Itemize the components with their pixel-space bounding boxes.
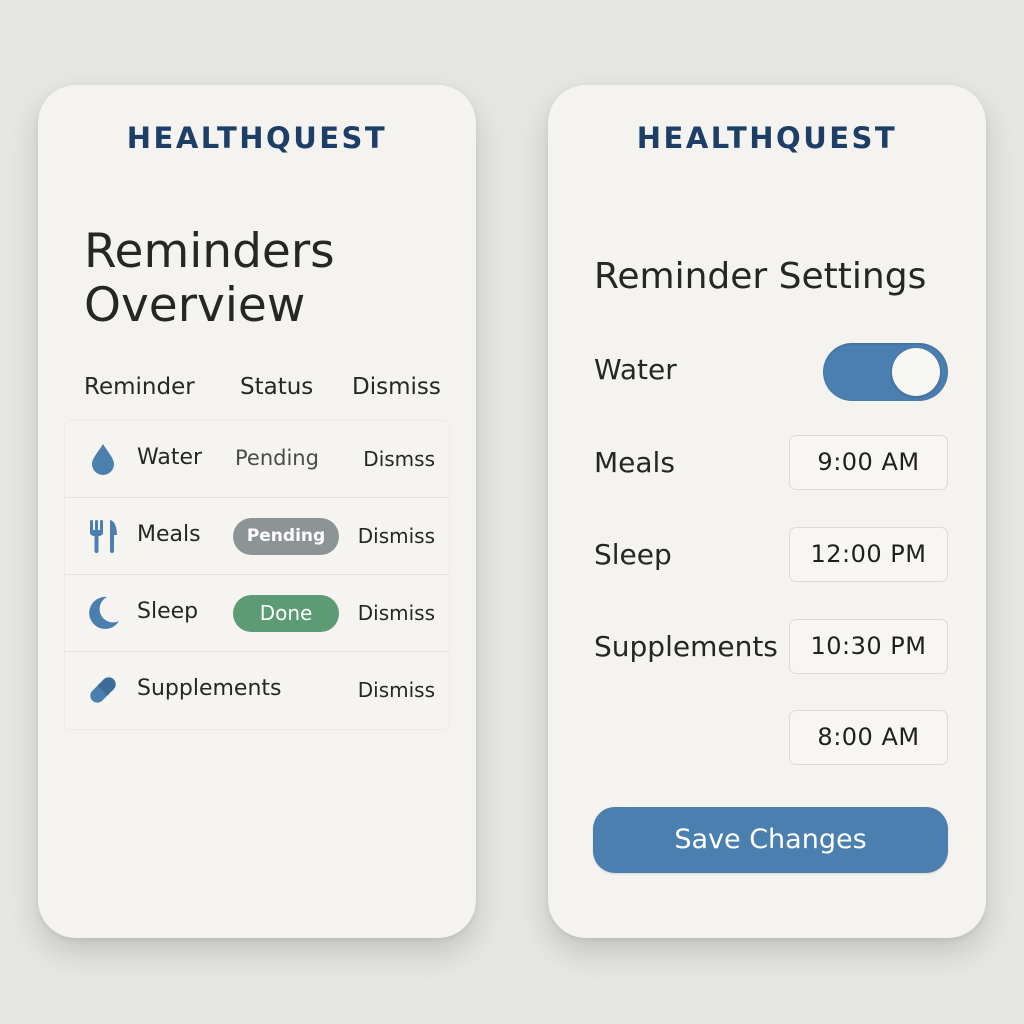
reminder-label: Meals <box>137 522 201 547</box>
time-field-supplements[interactable]: 10:30 PM <box>789 619 948 674</box>
save-changes-button[interactable]: Save Changes <box>593 807 948 873</box>
reminder-label: Supplements <box>137 676 282 701</box>
page-title: Reminders Overview <box>84 225 335 333</box>
dismiss-button[interactable]: Dismiss <box>358 524 435 548</box>
time-field-sleep[interactable]: 12:00 PM <box>789 527 948 582</box>
water-label: Water <box>594 353 677 386</box>
meals-label: Meals <box>594 446 675 479</box>
page-title-line1: Reminders <box>84 224 335 279</box>
dismiss-button[interactable]: Dismiss <box>358 678 435 702</box>
brand-logo: HEALTHQUEST <box>636 121 898 155</box>
sleep-label: Sleep <box>594 538 672 571</box>
status-text: Pending <box>235 446 319 470</box>
fork-knife-icon <box>85 518 121 554</box>
reminders-table: Water Pending Dismss Meals Pending Dismi… <box>64 420 450 730</box>
settings-screen: HEALTHQUEST Reminder Settings Water Meal… <box>548 85 986 938</box>
status-badge-done: Done <box>233 595 339 632</box>
water-toggle[interactable] <box>823 343 948 401</box>
page-title-line2: Overview <box>84 278 306 333</box>
table-row-sleep: Sleep Done Dismiss <box>65 575 449 652</box>
reminder-label: Sleep <box>137 599 199 624</box>
table-row-meals: Meals Pending Dismiss <box>65 498 449 575</box>
moon-icon <box>85 595 121 631</box>
water-drop-icon <box>85 441 121 477</box>
dismiss-button[interactable]: Dismiss <box>358 601 435 625</box>
table-row-water: Water Pending Dismss <box>65 421 449 498</box>
status-badge-pending: Pending <box>233 518 339 555</box>
overview-screen: HEALTHQUEST Reminders Overview Reminder … <box>38 85 476 938</box>
toggle-knob <box>892 348 940 396</box>
column-header-reminder: Reminder <box>84 374 195 400</box>
time-field-extra[interactable]: 8:00 AM <box>789 710 948 765</box>
pill-icon <box>85 672 121 708</box>
dismiss-button[interactable]: Dismss <box>363 447 435 471</box>
column-header-status: Status <box>240 374 314 400</box>
table-row-supplements: Supplements Dismiss <box>65 652 449 729</box>
reminder-label: Water <box>137 445 203 470</box>
time-field-meals[interactable]: 9:00 AM <box>789 435 948 490</box>
supplements-label: Supplements <box>594 630 778 663</box>
brand-logo: HEALTHQUEST <box>126 121 388 155</box>
column-header-dismiss: Dismiss <box>352 374 441 400</box>
page-title: Reminder Settings <box>594 256 927 297</box>
